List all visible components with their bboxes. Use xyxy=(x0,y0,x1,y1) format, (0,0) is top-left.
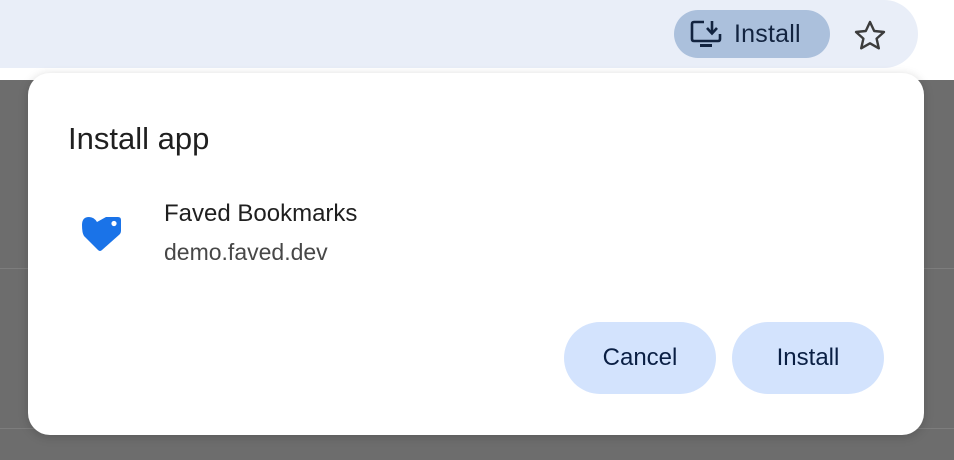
cancel-button[interactable]: Cancel xyxy=(564,322,716,394)
app-domain: demo.faved.dev xyxy=(164,239,328,265)
install-app-chip[interactable]: Install xyxy=(674,10,830,58)
bookmark-star-button[interactable] xyxy=(850,16,890,54)
dialog-title: Install app xyxy=(68,121,210,156)
install-chip-label: Install xyxy=(734,19,801,48)
install-app-dialog: Install app Faved Bookmarks demo.faved.d… xyxy=(28,73,924,435)
browser-toolbar: Install xyxy=(0,0,954,80)
faved-heart-tag-icon xyxy=(78,213,124,253)
star-outline-icon xyxy=(854,20,886,50)
install-button[interactable]: Install xyxy=(732,322,884,394)
install-desktop-icon xyxy=(690,19,724,49)
app-name: Faved Bookmarks xyxy=(164,200,358,227)
